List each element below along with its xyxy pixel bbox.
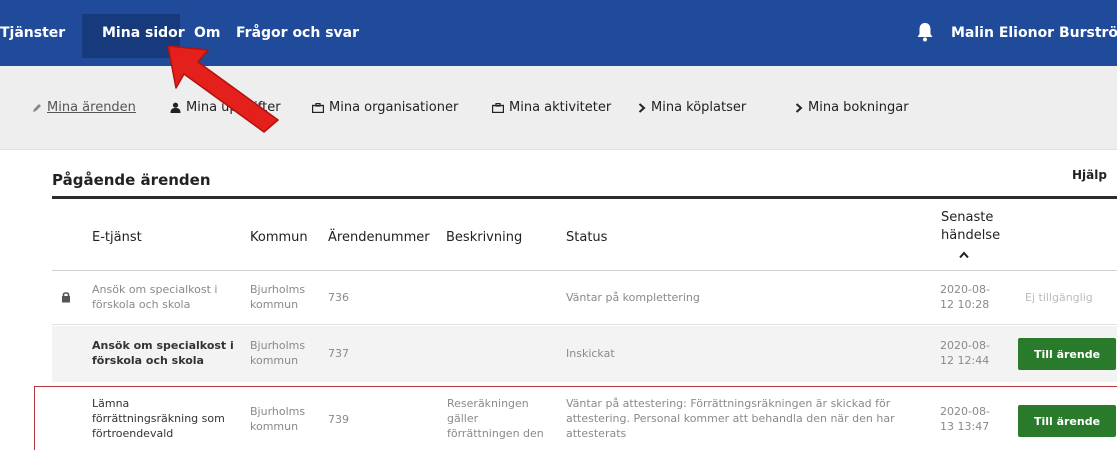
cell-etjanst: Ansök om specialkost i förskola och skol… [92, 338, 234, 368]
till-arende-button[interactable]: Till ärende [1018, 338, 1116, 370]
cell-datum: 2020-08- 13 13:47 [940, 404, 990, 434]
cell-line: kommun [250, 354, 299, 367]
cell-line: Väntar på attestering: Förrättningsräkni… [566, 397, 891, 410]
cell-line: Lämna [92, 397, 130, 410]
cell-line: kommun [250, 298, 299, 311]
cell-kommun: Bjurholms kommun [250, 404, 305, 434]
chevron-right-icon [795, 102, 803, 113]
cell-line: 13 13:47 [940, 420, 990, 433]
nav-item-tjanster[interactable]: Tjänster [0, 25, 65, 41]
cell-line: 12 10:28 [940, 298, 990, 311]
cell-line: Ansök om specialkost i [92, 283, 218, 296]
cell-datum: 2020-08- 12 10:28 [940, 282, 990, 312]
page-title: Pågående ärenden [52, 171, 211, 189]
subnav-label: Mina ärenden [47, 100, 136, 115]
cell-arendenummer: 736 [328, 291, 349, 304]
subnav-label: Mina aktiviteter [509, 100, 612, 115]
cell-line: 2020-08- [940, 339, 990, 352]
title-divider [52, 196, 1117, 199]
cell-line: 2020-08- [940, 405, 990, 418]
cell-kommun: Bjurholms kommun [250, 282, 305, 312]
cell-arendenummer: 739 [328, 413, 349, 426]
cell-line: förrättningsräkning som [92, 412, 225, 425]
cell-datum: 2020-08- 12 12:44 [940, 338, 990, 368]
table-row: Ansök om specialkost i förskola och skol… [52, 326, 1117, 382]
cell-line: förrättningen den [447, 427, 544, 440]
cell-line: kommun [250, 420, 299, 433]
cell-line: förskola och skola [92, 298, 191, 311]
column-header-handelse[interactable]: händelse [941, 228, 1000, 243]
bell-icon[interactable] [916, 22, 934, 42]
column-header-senaste[interactable]: Senaste [941, 210, 993, 225]
cell-line: Bjurholms [250, 339, 306, 352]
column-header-etjanst[interactable]: E-tjänst [92, 230, 142, 245]
subnav-mina-koplatser[interactable]: Mina köplatser [638, 100, 746, 115]
cell-line: Ansök om specialkost i [92, 339, 234, 352]
cell-line: attesterats [566, 427, 627, 440]
table-row: Ansök om specialkost i förskola och skol… [52, 271, 1117, 325]
red-arrow-annotation [167, 45, 279, 133]
cell-beskrivning: Reseräkningen gäller förrättningen den [447, 396, 544, 441]
sort-caret-up-icon[interactable] [959, 251, 969, 259]
cell-line: Bjurholms [250, 283, 306, 296]
subnav-mina-arenden[interactable]: Mina ärenden [32, 100, 136, 115]
chevron-right-icon [638, 102, 646, 113]
column-header-beskrivning[interactable]: Beskrivning [446, 230, 522, 245]
cell-line: attestering. Personal kommer att behandl… [566, 412, 895, 425]
cell-line: Reseräkningen [447, 397, 529, 410]
briefcase-icon [312, 102, 324, 113]
subnav-mina-aktiviteter[interactable]: Mina aktiviteter [492, 100, 611, 115]
cell-line: förskola och skola [92, 354, 204, 367]
cell-status: Inskickat [566, 347, 615, 360]
subnav-mina-bokningar[interactable]: Mina bokningar [795, 100, 909, 115]
cell-line: 12 12:44 [940, 354, 990, 367]
subnav-label: Mina köplatser [651, 100, 747, 115]
cell-status: Väntar på komplettering [566, 291, 700, 304]
cell-kommun: Bjurholms kommun [250, 338, 305, 368]
cell-status: Väntar på attestering: Förrättningsräkni… [566, 396, 895, 441]
subnav-label: Mina organisationer [329, 100, 459, 115]
cell-etjanst: Ansök om specialkost i förskola och skol… [92, 282, 217, 312]
edit-icon [33, 103, 41, 112]
cell-etjanst: Lämna förrättningsräkning som förtroende… [92, 396, 225, 441]
cell-line: 2020-08- [940, 283, 990, 296]
cell-line: Bjurholms [250, 405, 306, 418]
unavailable-label: Ej tillgänglig [1025, 291, 1093, 304]
cell-line: gäller [447, 412, 479, 425]
cell-arendenummer: 737 [328, 347, 349, 360]
lock-icon [62, 292, 70, 303]
cell-line: förtroendevald [92, 427, 174, 440]
subnav-mina-organisationer[interactable]: Mina organisationer [312, 100, 458, 115]
table-row-highlighted: Lämna förrättningsräkning som förtroende… [34, 386, 1117, 450]
column-header-kommun[interactable]: Kommun [250, 230, 308, 245]
briefcase-icon [492, 102, 504, 113]
subnav-label: Mina bokningar [808, 100, 909, 115]
till-arende-button[interactable]: Till ärende [1018, 405, 1116, 437]
help-link[interactable]: Hjälp [1072, 168, 1107, 182]
column-header-status[interactable]: Status [566, 230, 607, 245]
user-name[interactable]: Malin Elionor Burström [951, 25, 1117, 41]
column-header-arendenummer[interactable]: Ärendenummer [328, 230, 430, 245]
